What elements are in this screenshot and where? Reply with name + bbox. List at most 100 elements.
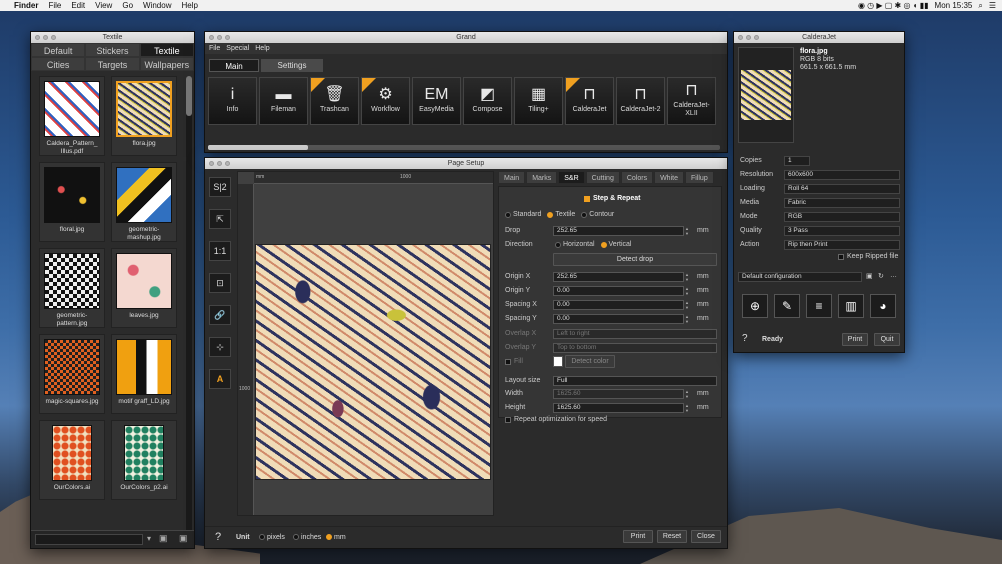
compose-button[interactable]: ◩ Compose xyxy=(463,77,512,125)
tab-cutting[interactable]: Cutting xyxy=(585,171,620,184)
radio-vertical[interactable] xyxy=(600,241,607,248)
radio-textile[interactable] xyxy=(547,211,554,218)
checkbox[interactable] xyxy=(838,253,844,260)
add-folder-icon[interactable]: ▣ xyxy=(159,533,168,544)
menu-finder[interactable]: Finder xyxy=(14,1,38,10)
quality-select[interactable]: 3 Pass xyxy=(784,226,900,236)
step-repeat-toggle[interactable]: Step & Repeat xyxy=(584,195,640,202)
thumbnail-item[interactable]: magic-squares.jpg xyxy=(39,334,105,414)
overlap-x-select[interactable]: Left to right xyxy=(553,329,717,339)
tab-step-repeat[interactable]: S&R xyxy=(558,171,585,184)
zoom-icon[interactable] xyxy=(51,35,56,40)
preview-canvas[interactable]: mm 1000 1000 xyxy=(237,171,494,516)
radio[interactable] xyxy=(293,534,299,541)
text-tool-icon[interactable]: A xyxy=(209,369,231,389)
minimize-icon[interactable] xyxy=(217,161,222,166)
radio-standard[interactable] xyxy=(505,211,511,218)
status-icons[interactable]: ◉ ◷ ▶ ▢ ✱ ◎ ◖ ▮▮ xyxy=(858,1,929,10)
menu-help[interactable]: Help xyxy=(255,45,269,52)
unit-radio-inches[interactable]: inches xyxy=(293,534,321,541)
calderajet-titlebar[interactable]: CalderaJet xyxy=(734,32,904,43)
print-button[interactable]: Print xyxy=(623,530,653,543)
calderajet-button[interactable]: ⊓ CalderaJet xyxy=(565,77,614,125)
close-icon[interactable] xyxy=(209,161,214,166)
toolbar-scrollbar[interactable] xyxy=(208,145,720,150)
menu-window[interactable]: Window xyxy=(143,1,171,10)
menu-file[interactable]: File xyxy=(48,1,61,10)
radio[interactable] xyxy=(259,534,265,541)
trashcan-button[interactable]: 🗑 Trashcan xyxy=(310,77,359,125)
resolution-select[interactable]: 600x600 xyxy=(784,170,900,180)
radio-horizontal[interactable] xyxy=(555,241,561,248)
checkbox[interactable] xyxy=(505,358,511,365)
origin-y-stepper[interactable]: ▲ ▼ xyxy=(685,286,690,296)
repeat-optimization-toggle[interactable]: Repeat optimization for speed xyxy=(505,416,607,423)
page-setup-titlebar[interactable]: Page Setup xyxy=(205,158,727,169)
reset-button[interactable]: Reset xyxy=(657,530,687,543)
thumbnail-item[interactable]: motif graff_LD.jpg xyxy=(111,334,177,414)
tab-fillup[interactable]: Fillup xyxy=(684,171,714,184)
help-icon[interactable]: ? xyxy=(215,531,221,543)
save-config-icon[interactable]: ▣ xyxy=(866,272,873,280)
origin-x-stepper[interactable]: ▲ ▼ xyxy=(685,272,690,282)
width-stepper[interactable]: ▲ ▼ xyxy=(685,389,690,399)
calderajet-2-button[interactable]: ⊓ CalderaJet-2 xyxy=(616,77,665,125)
new-job-icon[interactable]: ⊕ xyxy=(742,294,768,318)
easymedia-button[interactable]: EM EasyMedia xyxy=(412,77,461,125)
close-icon[interactable] xyxy=(209,35,214,40)
help-icon[interactable]: ? xyxy=(742,333,748,344)
unit-radio-pixels[interactable]: pixels xyxy=(259,534,285,541)
checkbox[interactable] xyxy=(505,416,511,423)
width-field[interactable]: 1625.60 xyxy=(553,389,684,399)
spacing-y-stepper[interactable]: ▲ ▼ xyxy=(685,314,690,324)
tab-colors[interactable]: Colors xyxy=(620,171,654,184)
actual-size-icon[interactable]: 1:1 xyxy=(209,241,231,261)
menu-view[interactable]: View xyxy=(95,1,112,10)
thumbnail-item[interactable]: geometric- mashup.jpg xyxy=(111,162,177,242)
tab-settings[interactable]: Settings xyxy=(261,59,323,72)
menubar-clock[interactable]: Mon 15:35 xyxy=(935,1,973,10)
tab-stickers[interactable]: Stickers xyxy=(85,43,140,57)
copies-field[interactable]: 1 xyxy=(784,156,810,166)
zoom-icon[interactable] xyxy=(225,35,230,40)
unit-radio-mm[interactable]: mm xyxy=(326,534,346,541)
fit-page-icon[interactable]: ⊡ xyxy=(209,273,231,293)
wrench-icon[interactable]: ✎ xyxy=(774,294,800,318)
scrollbar-thumb[interactable] xyxy=(186,76,192,116)
palette-icon[interactable]: ◕ xyxy=(870,294,896,318)
tab-default[interactable]: Default xyxy=(31,43,86,57)
menu-special[interactable]: Special xyxy=(226,45,249,52)
tab-cities[interactable]: Cities xyxy=(31,57,86,71)
info-button[interactable]: i Info xyxy=(208,77,257,125)
thumbnail-item[interactable]: OurColors_p2.ai xyxy=(111,420,177,500)
tab-wallpapers[interactable]: Wallpapers xyxy=(139,57,194,71)
refresh-icon[interactable]: ▣ xyxy=(179,533,188,544)
tab-white[interactable]: White xyxy=(654,171,684,184)
textile-titlebar[interactable]: Textile xyxy=(31,32,194,43)
quit-button[interactable]: Quit xyxy=(874,333,900,346)
queue-list-icon[interactable]: ≡ xyxy=(806,294,832,318)
origin-y-field[interactable]: 0.00 xyxy=(553,286,684,296)
fill-toggle[interactable]: Fill xyxy=(505,358,523,365)
media-select[interactable]: Fabric xyxy=(784,198,900,208)
close-button[interactable]: Close xyxy=(691,530,721,543)
drop-stepper[interactable]: ▲ ▼ xyxy=(685,226,690,236)
split-view-icon[interactable]: S|2 xyxy=(209,177,231,197)
tab-main[interactable]: Main xyxy=(209,59,259,72)
keep-ripped-toggle[interactable]: Keep Ripped file xyxy=(838,253,898,260)
tab-main[interactable]: Main xyxy=(498,171,526,184)
thumbnail-item[interactable]: Caldera_Pattern_ Illus.pdf xyxy=(39,76,105,156)
fill-color-swatch[interactable] xyxy=(553,356,563,367)
calderajet-xlii-button[interactable]: ⊓ CalderaJet- XLII xyxy=(667,77,716,125)
configuration-select[interactable]: Default configuration xyxy=(738,272,862,282)
close-icon[interactable] xyxy=(738,35,743,40)
scrollbar-thumb[interactable] xyxy=(208,145,308,150)
spotlight-search-icon[interactable]: ⌕ xyxy=(978,1,982,11)
menu-go[interactable]: Go xyxy=(122,1,133,10)
zoom-icon[interactable] xyxy=(225,161,230,166)
thumbnail-item[interactable]: flora.jpg xyxy=(111,76,177,156)
drop-field[interactable]: 252.65 xyxy=(553,226,684,236)
fileman-button[interactable]: ▬ Fileman xyxy=(259,77,308,125)
more-options-icon[interactable]: … xyxy=(890,272,897,279)
notification-center-icon[interactable]: ☰ xyxy=(989,1,996,10)
